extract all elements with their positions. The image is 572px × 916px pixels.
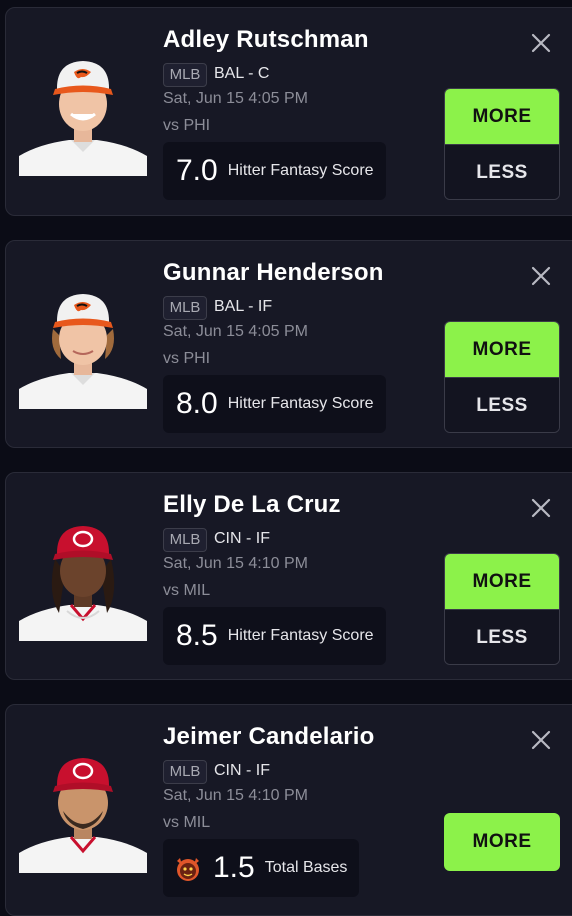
stat-type: Hitter Fantasy Score bbox=[227, 627, 374, 644]
league-badge: MLB bbox=[163, 528, 207, 552]
opponent: vs MIL bbox=[163, 582, 211, 599]
player-name[interactable]: Jeimer Candelario bbox=[163, 723, 375, 751]
line-value: 7.0 bbox=[176, 154, 218, 187]
close-icon[interactable] bbox=[528, 727, 554, 753]
player-name[interactable]: Adley Rutschman bbox=[163, 26, 369, 54]
team-position: CIN - IF bbox=[214, 530, 270, 547]
player-avatar bbox=[19, 48, 147, 176]
league-badge: MLB bbox=[163, 760, 207, 784]
pick-buttons: MORE LESS bbox=[444, 553, 560, 665]
less-button[interactable]: LESS bbox=[445, 144, 559, 199]
line-value: 8.5 bbox=[176, 619, 218, 652]
less-button[interactable]: LESS bbox=[445, 377, 559, 432]
more-button[interactable]: MORE bbox=[445, 554, 559, 609]
team-position: BAL - C bbox=[214, 65, 270, 82]
game-time: Sat, Jun 15 4:05 PM bbox=[163, 90, 308, 107]
pick-buttons: MORE LESS bbox=[444, 88, 560, 200]
projection-line: 7.0 Hitter Fantasy Score bbox=[163, 142, 386, 200]
pick-buttons: MORE LESS bbox=[444, 321, 560, 433]
more-button[interactable]: MORE bbox=[445, 322, 559, 377]
game-time: Sat, Jun 15 4:10 PM bbox=[163, 787, 308, 804]
stat-type: Hitter Fantasy Score bbox=[227, 395, 374, 412]
close-icon[interactable] bbox=[528, 263, 554, 289]
line-value: 1.5 bbox=[213, 851, 255, 884]
more-button[interactable]: MORE bbox=[444, 813, 560, 871]
less-button[interactable]: LESS bbox=[445, 609, 559, 664]
player-avatar bbox=[19, 745, 147, 873]
close-icon[interactable] bbox=[528, 495, 554, 521]
projection-card[interactable]: Jeimer Candelario MLB CIN - IF Sat, Jun … bbox=[5, 704, 572, 916]
stat-type: Hitter Fantasy Score bbox=[227, 162, 374, 179]
line-value: 8.0 bbox=[176, 387, 218, 420]
close-icon[interactable] bbox=[528, 30, 554, 56]
opponent: vs MIL bbox=[163, 814, 211, 831]
projection-card[interactable]: Adley Rutschman MLB BAL - C Sat, Jun 15 … bbox=[5, 7, 572, 216]
player-avatar bbox=[19, 513, 147, 641]
player-name[interactable]: Gunnar Henderson bbox=[163, 259, 384, 287]
projection-line: 1.5 Total Bases bbox=[163, 839, 360, 897]
team-position: CIN - IF bbox=[214, 762, 270, 779]
team-position: BAL - IF bbox=[214, 298, 273, 315]
game-time: Sat, Jun 15 4:10 PM bbox=[163, 555, 308, 572]
stat-type: Total Bases bbox=[264, 859, 348, 876]
player-avatar bbox=[19, 281, 147, 409]
projection-line: 8.5 Hitter Fantasy Score bbox=[163, 607, 386, 665]
projection-card[interactable]: Gunnar Henderson MLB BAL - IF Sat, Jun 1… bbox=[5, 240, 572, 448]
projection-line: 8.0 Hitter Fantasy Score bbox=[163, 375, 386, 433]
league-badge: MLB bbox=[163, 296, 207, 320]
player-name[interactable]: Elly De La Cruz bbox=[163, 491, 341, 519]
league-badge: MLB bbox=[163, 63, 207, 87]
game-time: Sat, Jun 15 4:05 PM bbox=[163, 323, 308, 340]
projection-card[interactable]: Elly De La Cruz MLB CIN - IF Sat, Jun 15… bbox=[5, 472, 572, 680]
goblin-icon bbox=[173, 853, 203, 883]
more-button[interactable]: MORE bbox=[445, 89, 559, 144]
opponent: vs PHI bbox=[163, 117, 211, 134]
opponent: vs PHI bbox=[163, 350, 211, 367]
